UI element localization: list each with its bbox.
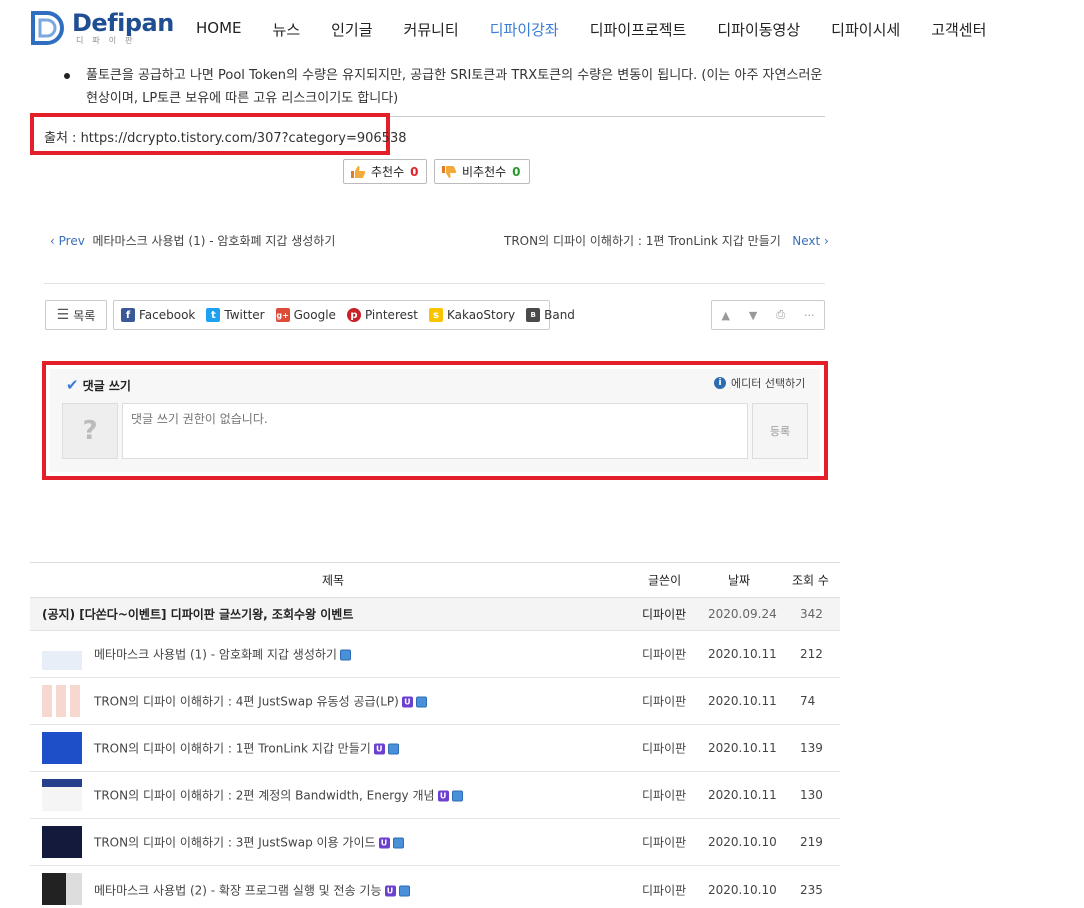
kakaostory-icon: s bbox=[428, 308, 443, 322]
post-title[interactable]: TRON의 디파이 이해하기 : 4편 JustSwap 유동성 공급(LP) U bbox=[94, 693, 427, 710]
downvote-count: 0 bbox=[512, 164, 521, 179]
upvote-button[interactable]: 추천수 0 bbox=[343, 159, 428, 184]
u-badge-icon: U bbox=[437, 790, 449, 802]
logo-subtitle: 디파이판 bbox=[76, 36, 142, 45]
image-icon bbox=[398, 885, 410, 896]
share-twitter[interactable]: t Twitter bbox=[206, 308, 265, 322]
table-row[interactable]: TRON의 디파이 이해하기 : 2편 계정의 Bandwidth, Energ… bbox=[30, 772, 840, 819]
nav-news[interactable]: 뉴스 bbox=[273, 19, 301, 40]
image-icon bbox=[387, 743, 399, 755]
table-header: 제목 글쓴이 날짜 조회 수 bbox=[30, 562, 840, 598]
list-button[interactable]: ☰ 목록 bbox=[45, 300, 107, 330]
nav-defi-project[interactable]: 디파이프로젝트 bbox=[590, 19, 687, 40]
print-icon[interactable]: ⎙ bbox=[776, 308, 785, 322]
post-title[interactable]: (공지) [다쏜다~이벤트] 디파이판 글쓰기왕, 조회수왕 이벤트 bbox=[42, 606, 353, 623]
source-link[interactable]: 출처 : https://dcrypto.tistory.com/307?cat… bbox=[44, 127, 407, 146]
post-list-table: 제목 글쓴이 날짜 조회 수 (공지) [다쏜다~이벤트] 디파이판 글쓰기왕,… bbox=[30, 562, 840, 908]
next-post-link[interactable]: TRON의 디파이 이해하기 : 1편 TronLink 지갑 만들기 Next… bbox=[504, 232, 829, 249]
image-icon bbox=[392, 837, 404, 849]
post-title[interactable]: 메타마스크 사용법 (1) - 암호화폐 지갑 생성하기 bbox=[94, 646, 351, 663]
thumbs-up-icon bbox=[350, 165, 366, 179]
logo-name: Defipan bbox=[72, 9, 174, 37]
comment-title: ✔ 댓글 쓰기 bbox=[66, 376, 131, 394]
thumbs-down-icon bbox=[441, 165, 457, 179]
logo-mark-icon bbox=[30, 10, 68, 46]
menu-icon: ☰ bbox=[56, 307, 70, 323]
nav-defi-video[interactable]: 디파이동영상 bbox=[717, 19, 800, 40]
table-row-notice[interactable]: (공지) [다쏜다~이벤트] 디파이판 글쓰기왕, 조회수왕 이벤트 디파이판 … bbox=[30, 598, 840, 631]
main-nav: HOME 뉴스 인기글 커뮤니티 디파이강좌 디파이프로젝트 디파이동영상 디파… bbox=[196, 19, 1017, 40]
share-pinterest[interactable]: p Pinterest bbox=[346, 308, 418, 322]
u-badge-icon: U bbox=[373, 743, 385, 755]
image-icon bbox=[339, 649, 351, 661]
editor-select-link[interactable]: i 에디터 선택하기 bbox=[714, 375, 805, 391]
nav-community[interactable]: 커뮤니티 bbox=[404, 19, 459, 40]
table-row[interactable]: 메타마스크 사용법 (2) - 확장 프로그램 실행 및 전송 기능 U 디파이판… bbox=[30, 866, 840, 908]
image-icon bbox=[451, 790, 463, 802]
table-row[interactable]: TRON의 디파이 이해하기 : 4편 JustSwap 유동성 공급(LP) U… bbox=[30, 678, 840, 725]
post-title[interactable]: TRON의 디파이 이해하기 : 3편 JustSwap 이용 가이드 U bbox=[94, 834, 404, 851]
upvote-count: 0 bbox=[410, 164, 419, 179]
nav-customer-center[interactable]: 고객센터 bbox=[931, 19, 986, 40]
downvote-button[interactable]: 비추천수 0 bbox=[434, 159, 530, 184]
article-bullet-list: 풀토큰을 공급하고 나면 Pool Token의 수량은 유지되지만, 공급한 … bbox=[64, 64, 824, 110]
share-facebook[interactable]: f Facebook bbox=[121, 308, 195, 322]
divider bbox=[44, 283, 825, 284]
u-badge-icon: U bbox=[401, 696, 413, 708]
share-band[interactable]: B Band bbox=[526, 308, 575, 322]
comment-input[interactable] bbox=[122, 403, 748, 459]
more-icon[interactable]: ··· bbox=[804, 309, 815, 322]
table-row[interactable]: 메타마스크 사용법 (1) - 암호화폐 지갑 생성하기 디파이판 2020.1… bbox=[30, 631, 840, 678]
post-action-bar: ▲ ▼ ⎙ ··· bbox=[711, 300, 825, 330]
table-row[interactable]: TRON의 디파이 이해하기 : 1편 TronLink 지갑 만들기 U 디파이… bbox=[30, 725, 840, 772]
post-title[interactable]: 메타마스크 사용법 (2) - 확장 프로그램 실행 및 전송 기능 U bbox=[94, 881, 410, 898]
prev-post-link[interactable]: ‹ Prev 메타마스크 사용법 (1) - 암호화폐 지갑 생성하기 bbox=[50, 232, 335, 249]
share-kakaostory[interactable]: s KakaoStory bbox=[428, 308, 515, 322]
post-thumbnail bbox=[42, 638, 82, 670]
article-bullet: 풀토큰을 공급하고 나면 Pool Token의 수량은 유지되지만, 공급한 … bbox=[64, 64, 824, 110]
avatar: ? bbox=[62, 403, 118, 459]
u-badge-icon: U bbox=[384, 885, 396, 896]
image-icon bbox=[415, 696, 427, 708]
pinterest-icon: p bbox=[346, 308, 361, 322]
comment-submit-button[interactable]: 등록 bbox=[752, 403, 808, 459]
nav-defi-price[interactable]: 디파이시세 bbox=[831, 19, 900, 40]
check-icon: ✔ bbox=[66, 376, 79, 394]
scroll-down-icon[interactable]: ▼ bbox=[749, 309, 757, 322]
nav-defi-lecture[interactable]: 디파이강좌 bbox=[490, 19, 559, 40]
post-thumbnail bbox=[42, 732, 82, 764]
share-google[interactable]: g+ Google bbox=[275, 308, 336, 322]
nav-home[interactable]: HOME bbox=[196, 19, 242, 40]
band-icon: B bbox=[526, 308, 541, 322]
post-thumbnail bbox=[42, 826, 82, 858]
post-title[interactable]: TRON의 디파이 이해하기 : 1편 TronLink 지갑 만들기 U bbox=[94, 740, 399, 757]
share-bar: f Facebook t Twitter g+ Google p Pintere… bbox=[113, 300, 575, 330]
google-plus-icon: g+ bbox=[275, 308, 290, 322]
nav-popular[interactable]: 인기글 bbox=[331, 19, 372, 40]
table-row[interactable]: TRON의 디파이 이해하기 : 3편 JustSwap 이용 가이드 U 디파이… bbox=[30, 819, 840, 866]
scroll-up-icon[interactable]: ▲ bbox=[721, 309, 729, 322]
post-title[interactable]: TRON의 디파이 이해하기 : 2편 계정의 Bandwidth, Energ… bbox=[94, 787, 463, 804]
site-logo[interactable]: Defipan 디파이판 bbox=[30, 10, 174, 46]
facebook-icon: f bbox=[121, 308, 135, 322]
post-thumbnail bbox=[42, 685, 82, 717]
site-header: Defipan 디파이판 HOME 뉴스 인기글 커뮤니티 디파이강좌 디파이프… bbox=[0, 0, 1084, 60]
info-icon: i bbox=[714, 377, 726, 389]
u-badge-icon: U bbox=[378, 837, 390, 849]
post-thumbnail bbox=[42, 873, 82, 905]
post-thumbnail bbox=[42, 779, 82, 811]
twitter-icon: t bbox=[206, 308, 221, 322]
